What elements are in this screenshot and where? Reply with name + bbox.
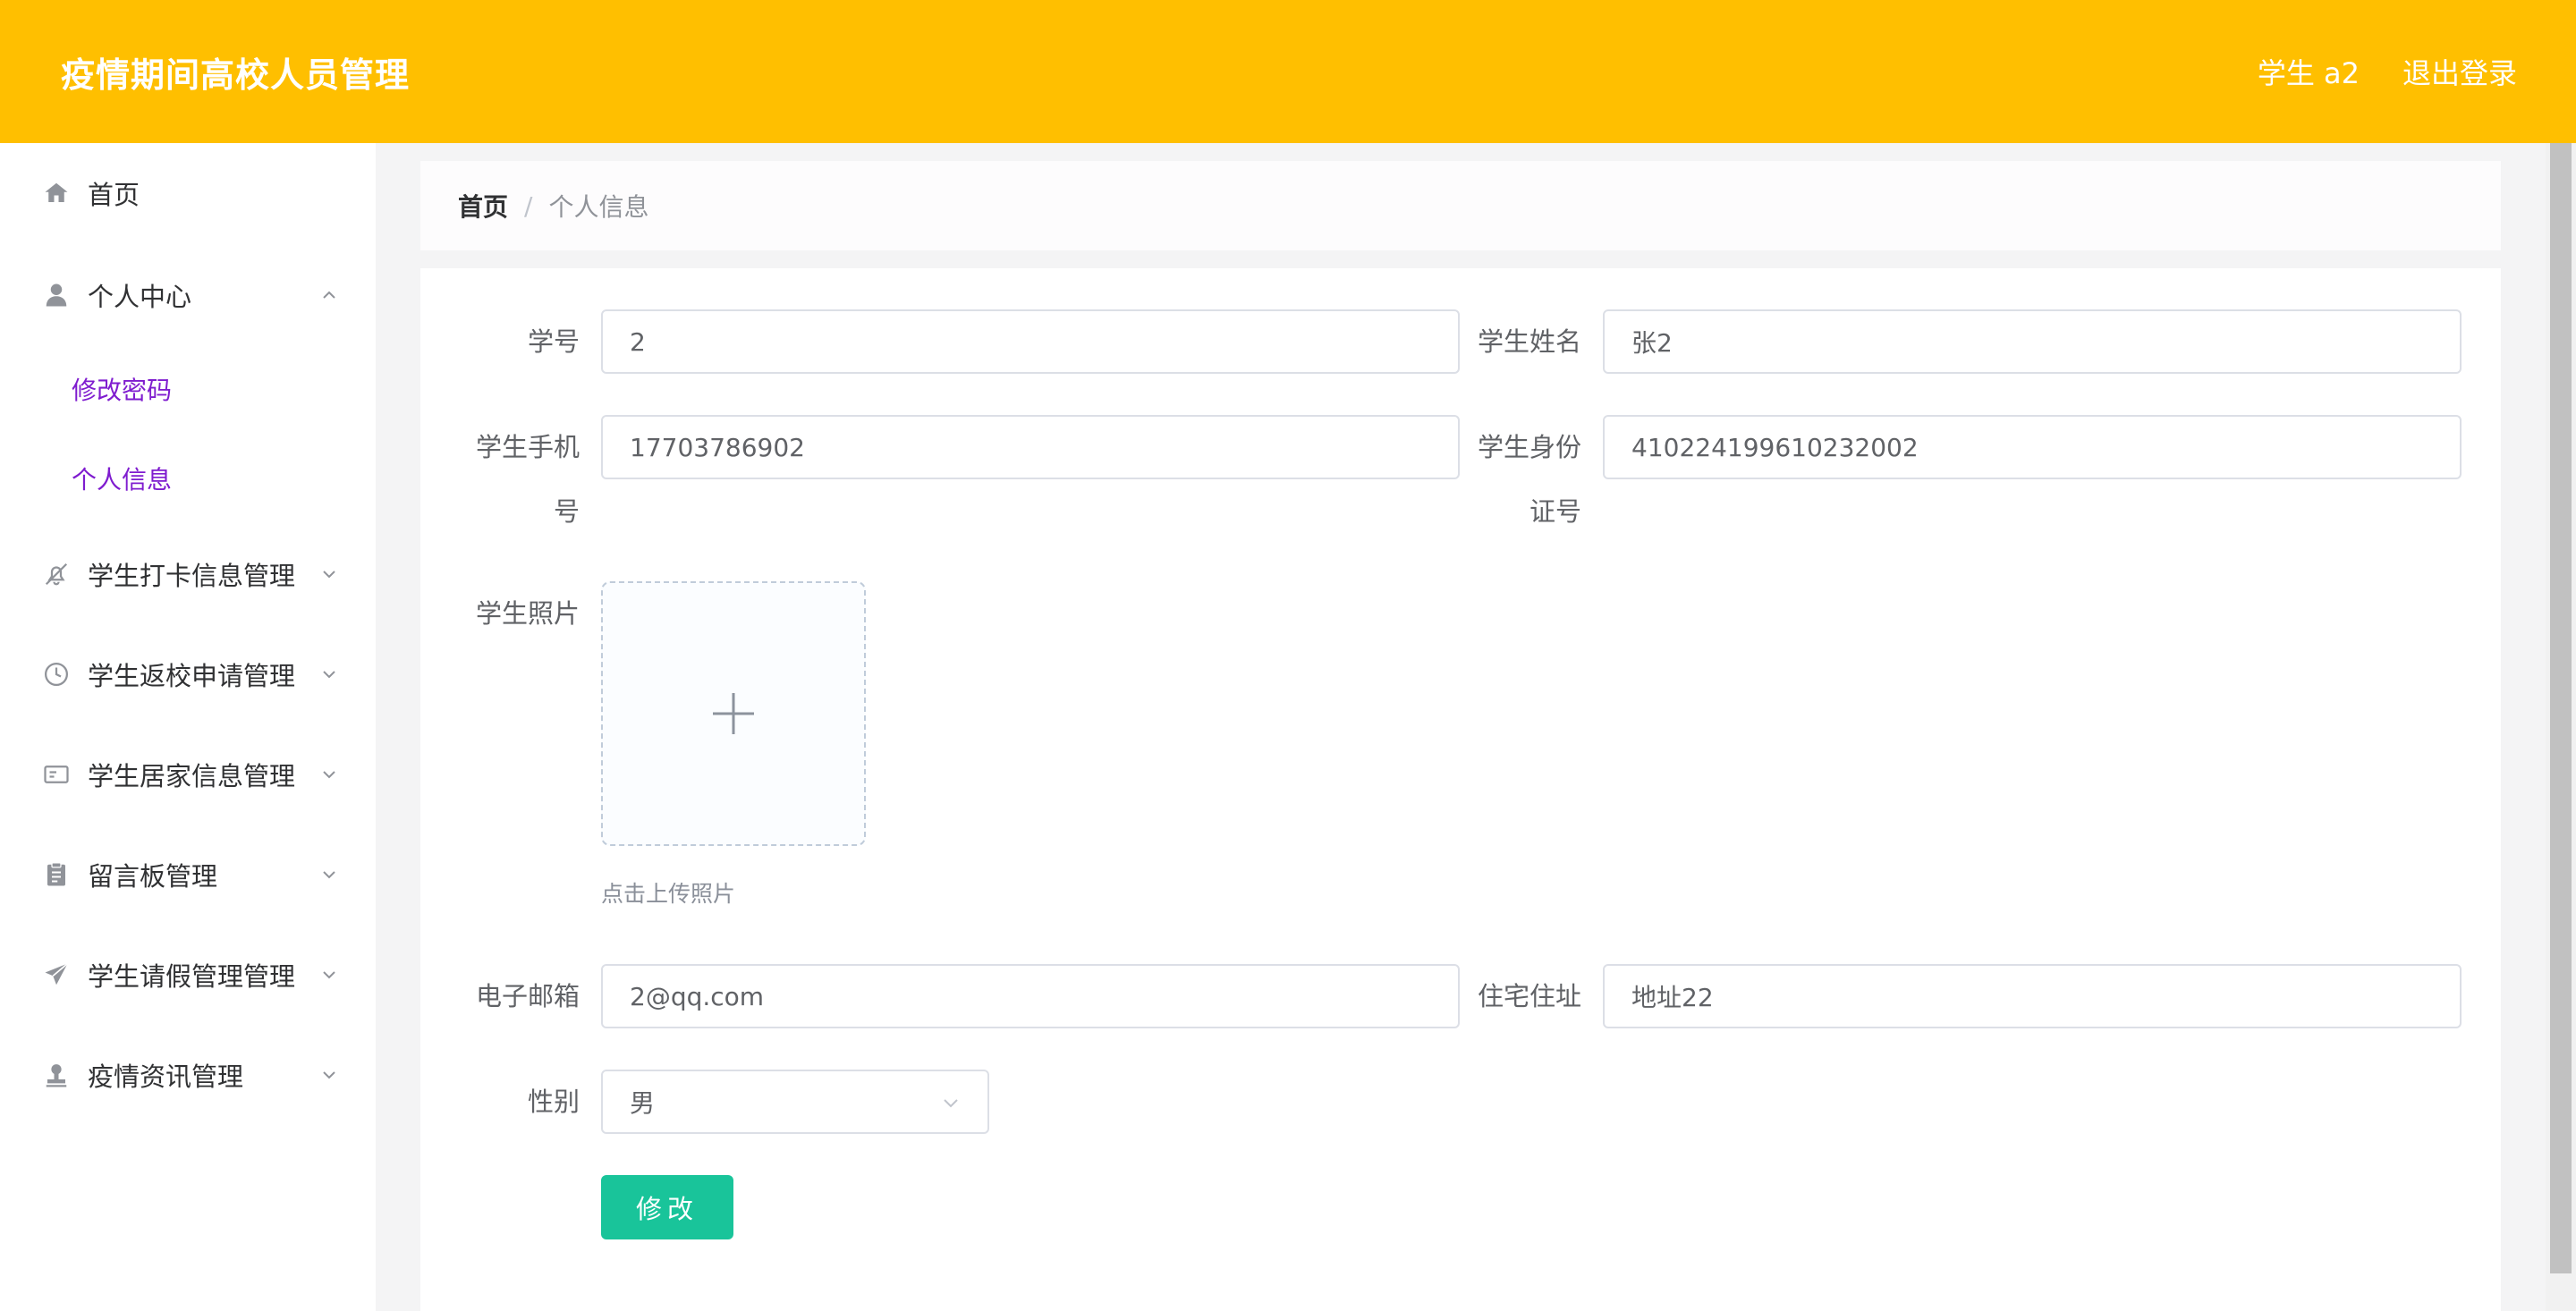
id-card-input[interactable]: 410224199610232002 xyxy=(1603,415,2462,479)
address-input[interactable]: 地址22 xyxy=(1603,964,2462,1028)
id-card-label-line1: 学生身份 xyxy=(1477,432,1581,462)
sidebar-subitem-label: 修改密码 xyxy=(72,376,173,405)
sidebar-item-home-info[interactable]: 学生居家信息管理 xyxy=(0,739,376,810)
stamp-icon xyxy=(41,1060,72,1090)
student-no-label: 学号 xyxy=(527,326,580,357)
sidebar-item-checkin[interactable]: 学生打卡信息管理 xyxy=(0,538,376,610)
sidebar-item-label: 留言板管理 xyxy=(88,861,218,892)
address-label: 住宅住址 xyxy=(1477,981,1581,1011)
chevron-down-icon xyxy=(323,571,335,579)
breadcrumb-current: 个人信息 xyxy=(548,192,649,222)
sidebar-menu: 首页 个人中心 修改密码 个人信息 学生打卡信息管理 学生返校申请管理 学生居家… xyxy=(0,143,376,1311)
photo-label: 学生照片 xyxy=(475,598,580,629)
sidebar-subitem-label: 个人信息 xyxy=(72,465,173,495)
sidebar-item-return-apply[interactable]: 学生返校申请管理 xyxy=(0,639,376,710)
student-name-input[interactable]: 张2 xyxy=(1603,309,2462,374)
sidebar-item-label: 学生请假管理管理 xyxy=(88,961,296,992)
email-input[interactable]: 2@qq.com xyxy=(601,964,1460,1028)
chevron-down-icon xyxy=(323,771,335,779)
breadcrumb: 首页 / 个人信息 xyxy=(420,161,2501,250)
page-scrollbar[interactable] xyxy=(2546,143,2576,1311)
chevron-down-icon xyxy=(944,1099,958,1108)
gender-label: 性别 xyxy=(527,1087,580,1117)
app-title: 疫情期间高校人员管理 xyxy=(61,55,411,95)
phone-input[interactable]: 17703786902 xyxy=(601,415,1460,479)
breadcrumb-separator: / xyxy=(524,190,533,221)
home-icon xyxy=(41,178,72,208)
top-header: 疫情期间高校人员管理 学生 a2 退出登录 xyxy=(0,0,2576,143)
clipboard-icon xyxy=(41,859,72,890)
paper-plane-icon xyxy=(41,960,72,990)
bell-off-icon xyxy=(41,559,72,589)
breadcrumb-home[interactable]: 首页 xyxy=(458,188,508,224)
sidebar-item-label: 学生居家信息管理 xyxy=(88,761,296,791)
photo-upload-button[interactable] xyxy=(601,581,866,846)
chevron-down-icon xyxy=(323,871,335,879)
sidebar-item-label: 学生打卡信息管理 xyxy=(88,561,296,591)
chevron-down-icon xyxy=(323,1071,335,1079)
sidebar-item-leave[interactable]: 学生请假管理管理 xyxy=(0,939,376,1011)
plus-icon xyxy=(713,693,754,734)
phone-label-line2: 号 xyxy=(553,496,580,527)
sidebar-item-label: 首页 xyxy=(88,180,140,210)
chevron-down-icon xyxy=(323,671,335,679)
sidebar-item-label: 个人中心 xyxy=(88,282,192,312)
id-card-icon xyxy=(41,759,72,790)
sidebar-item-label: 学生返校申请管理 xyxy=(88,661,296,691)
submit-button[interactable]: 修改 xyxy=(601,1175,733,1239)
sidebar-subitem-change-password[interactable]: 修改密码 xyxy=(0,358,376,420)
chevron-down-icon xyxy=(323,971,335,979)
sidebar-item-epidemic-news[interactable]: 疫情资讯管理 xyxy=(0,1039,376,1111)
personal-info-form: 学号 2 学生姓名 张2 学生手机 号 17703786902 学生身份 证号 … xyxy=(420,268,2501,1311)
clock-icon xyxy=(41,659,72,689)
student-no-input[interactable]: 2 xyxy=(601,309,1460,374)
phone-label: 学生手机 号 xyxy=(420,415,580,544)
user-icon xyxy=(41,280,72,310)
sidebar-item-message-board[interactable]: 留言板管理 xyxy=(0,839,376,910)
photo-upload-hint: 点击上传照片 xyxy=(601,881,736,907)
id-card-label: 学生身份 证号 xyxy=(1460,415,1581,544)
scrollbar-thumb[interactable] xyxy=(2550,143,2572,1273)
logout-link[interactable]: 退出登录 xyxy=(2402,51,2517,92)
id-card-label-line2: 证号 xyxy=(1529,496,1581,527)
student-name-label: 学生姓名 xyxy=(1477,326,1581,357)
current-user-label: 学生 a2 xyxy=(2257,56,2360,90)
chevron-up-icon xyxy=(323,291,335,299)
phone-label-line1: 学生手机 xyxy=(475,432,580,462)
gender-selected-value: 男 xyxy=(630,1088,656,1118)
sidebar-item-personal-center[interactable]: 个人中心 xyxy=(0,259,376,331)
sidebar-subitem-personal-info[interactable]: 个人信息 xyxy=(0,447,376,510)
sidebar-item-label: 疫情资讯管理 xyxy=(88,1061,244,1092)
email-label: 电子邮箱 xyxy=(475,981,580,1011)
header-user-area: 学生 a2 退出登录 xyxy=(2258,51,2517,92)
sidebar-item-home[interactable]: 首页 xyxy=(0,157,376,229)
gender-select[interactable]: 男 xyxy=(601,1070,989,1134)
